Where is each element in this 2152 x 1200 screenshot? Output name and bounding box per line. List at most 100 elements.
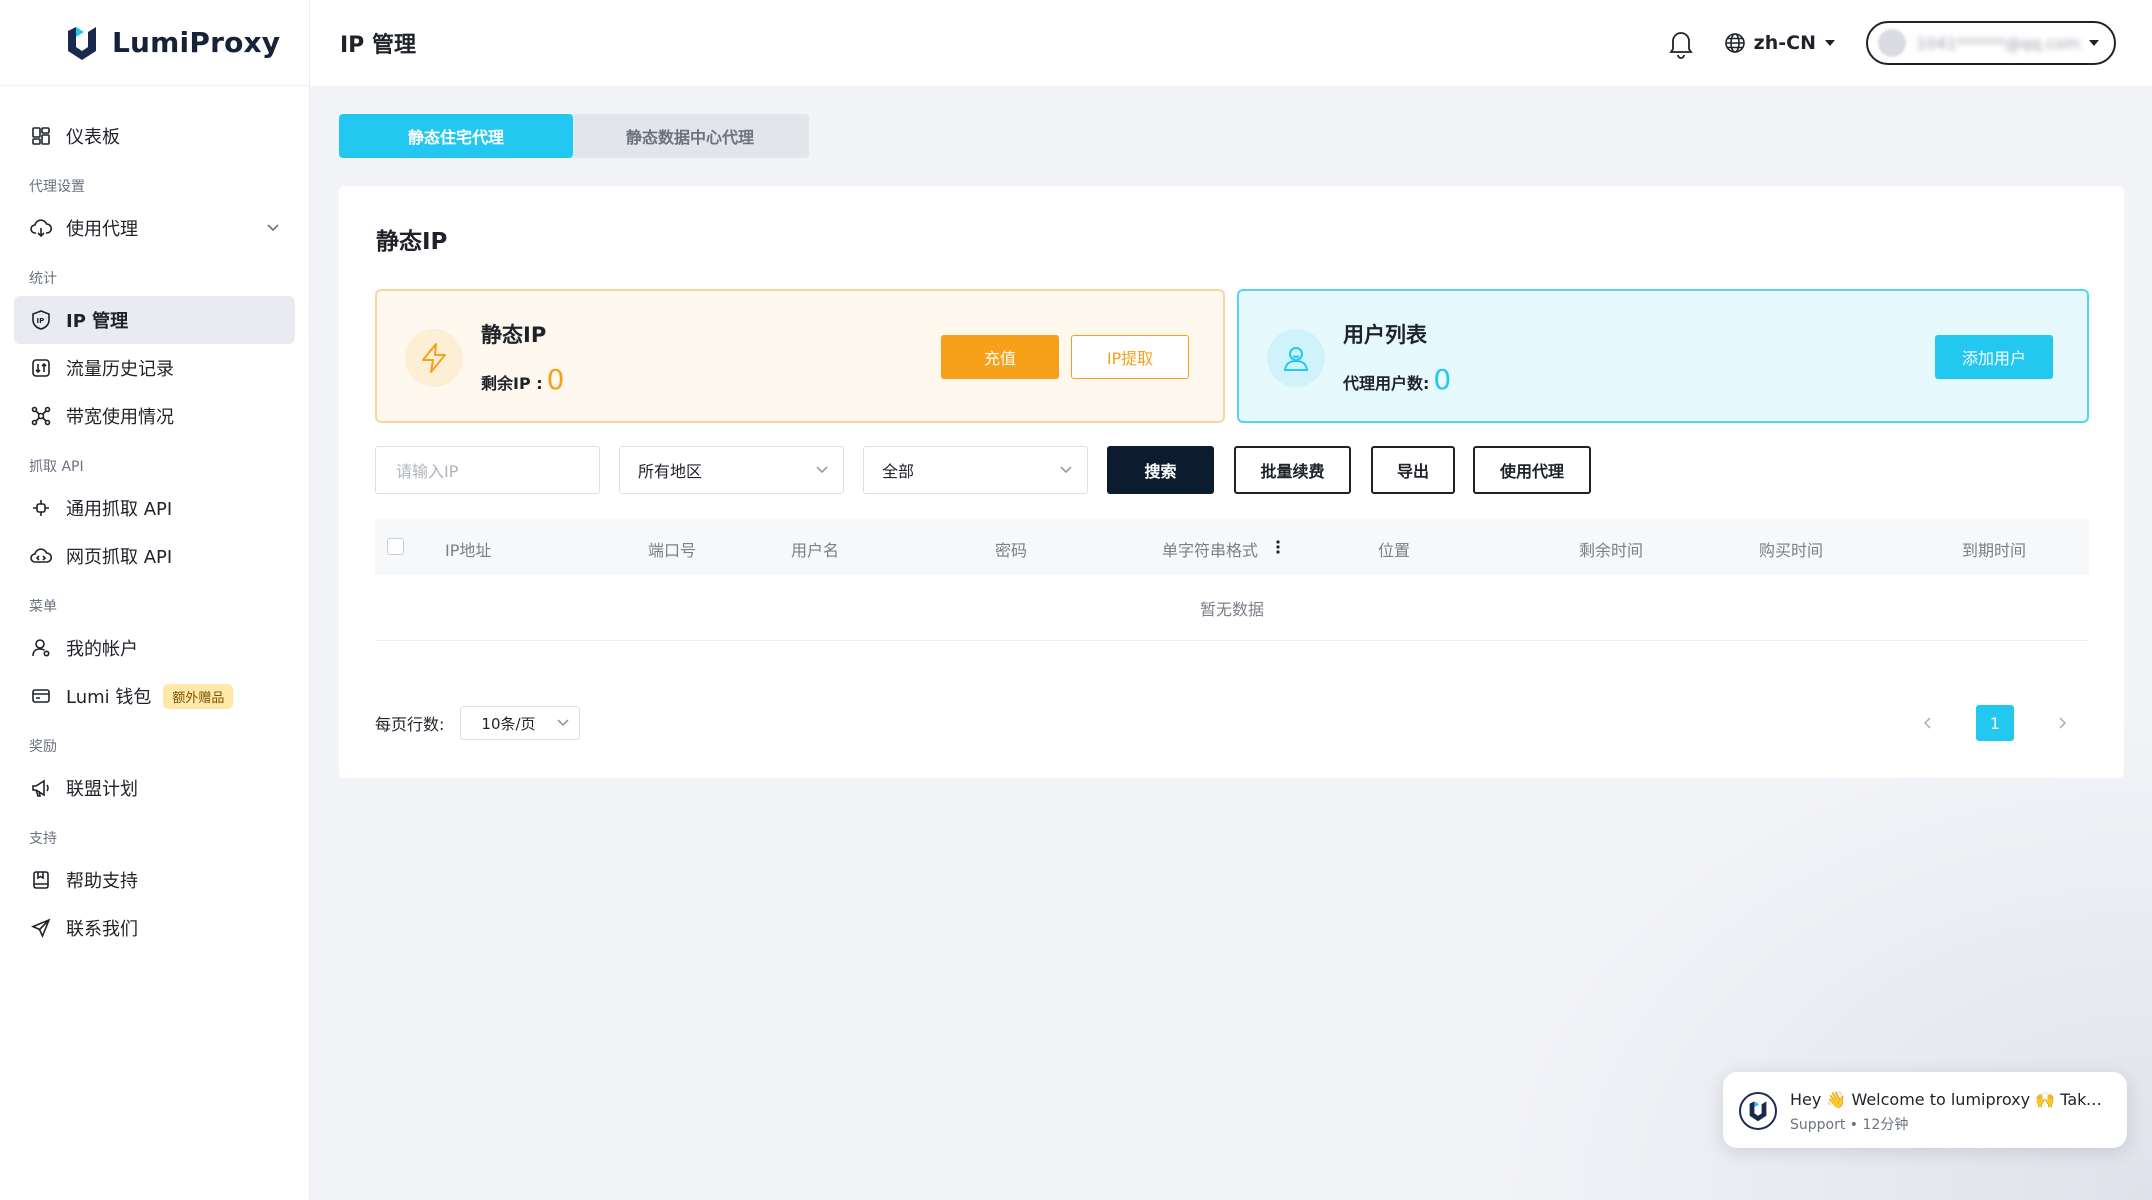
sidebar-item-label: 联盟计划 [66, 779, 138, 800]
logo[interactable]: LumiProxy [0, 0, 309, 86]
group-label-scrape: 抓取 API [29, 459, 84, 475]
sidebar-item-ip-manage[interactable]: IP IP 管理 [14, 296, 295, 344]
group-label-stats: 统计 [29, 271, 57, 287]
select-all-checkbox[interactable] [387, 538, 404, 555]
tab-static-residential[interactable]: 静态住宅代理 [339, 114, 573, 158]
sidebar-item-traffic-history[interactable]: 流量历史记录 [14, 344, 295, 392]
filter-bar: 请输入IP 所有地区 全部 搜索 批量续费 导出 使用代理 [375, 446, 2125, 494]
sidebar: LumiProxy 仪表板 代理设置 使用代理 统计 IP IP 管理 流量历史… [0, 0, 310, 1200]
sidebar-item-web-scrape[interactable]: 网页抓取 API [14, 532, 295, 580]
header-actions: zh-CN 1041******@qq.com [1666, 21, 2116, 65]
batch-renew-button[interactable]: 批量续费 [1234, 446, 1351, 494]
svg-text:IP: IP [37, 317, 45, 325]
rows-per-page-value: 10条/页 [481, 714, 536, 733]
column-location: 位置 [1378, 541, 1411, 560]
sidebar-item-wallet[interactable]: Lumi 钱包 额外赠品 [14, 672, 295, 720]
sidebar-item-dashboard[interactable]: 仪表板 [14, 112, 295, 160]
ip-extract-button[interactable]: IP提取 [1071, 335, 1189, 379]
chevron-down-icon [267, 224, 279, 232]
dashboard-icon [30, 125, 52, 147]
export-button[interactable]: 导出 [1371, 446, 1455, 494]
status-select[interactable]: 全部 [863, 446, 1088, 494]
card-title: 静态IP [376, 229, 448, 255]
bell-icon[interactable] [1666, 27, 1696, 59]
static-ip-panel: 静态IP 剩余IP : 0 充值 IP提取 [375, 289, 1225, 423]
column-port: 端口号 [648, 541, 697, 560]
remaining-ip-count: 0 [546, 363, 565, 396]
column-username: 用户名 [791, 541, 840, 560]
column-remaining-time: 剩余时间 [1579, 541, 1644, 560]
network-icon [30, 405, 52, 427]
add-user-button[interactable]: 添加用户 [1935, 335, 2053, 379]
sidebar-item-help[interactable]: 帮助支持 [14, 856, 295, 904]
chevron-right-icon [2059, 717, 2067, 729]
column-ip: IP地址 [445, 541, 492, 560]
prev-page-button[interactable] [1914, 705, 1942, 741]
column-purchase-time: 购买时间 [1759, 541, 1824, 560]
remaining-ip-label: 剩余IP : [481, 374, 543, 393]
globe-icon [1724, 33, 1745, 53]
more-vertical-icon[interactable] [1275, 539, 1281, 555]
column-password: 密码 [995, 541, 1028, 560]
group-label-support: 支持 [29, 831, 57, 847]
chat-message: Hey 👋 Welcome to lumiproxy 🙌 Take a look… [1790, 1090, 2110, 1109]
sidebar-item-label: IP 管理 [66, 311, 129, 332]
rows-per-page-label: 每页行数: [375, 715, 445, 734]
user-menu[interactable]: 1041******@qq.com [1866, 21, 2116, 65]
sidebar-item-affiliate[interactable]: 联盟计划 [14, 764, 295, 812]
cloud-icon [30, 217, 52, 239]
tab-static-datacenter[interactable]: 静态数据中心代理 [573, 114, 807, 158]
ip-search-input[interactable]: 请输入IP [375, 446, 600, 494]
language-selector[interactable]: zh-CN [1724, 32, 1836, 54]
book-icon [30, 869, 52, 891]
pagination: 1 [1914, 705, 2076, 741]
empty-state: 暂无数据 [375, 575, 2089, 641]
search-button[interactable]: 搜索 [1107, 446, 1214, 494]
caret-down-icon [2089, 40, 2099, 46]
wallet-icon [30, 685, 52, 707]
chevron-down-icon [557, 719, 569, 727]
support-chat-popup[interactable]: Hey 👋 Welcome to lumiproxy 🙌 Take a look… [1723, 1072, 2127, 1148]
caret-down-icon [1825, 40, 1835, 46]
sidebar-item-general-scrape[interactable]: 通用抓取 API [14, 484, 295, 532]
top-header: IP 管理 zh-CN 1041******@qq.com [310, 0, 2152, 86]
chevron-down-icon [816, 466, 828, 474]
sidebar-item-bandwidth[interactable]: 带宽使用情况 [14, 392, 295, 440]
avatar [1878, 29, 1906, 57]
bonus-badge: 额外赠品 [163, 683, 234, 709]
group-label-menu: 菜单 [29, 599, 57, 615]
recharge-button[interactable]: 充值 [941, 335, 1059, 379]
lumiproxy-logo-icon [68, 26, 96, 60]
proxy-user-count: 代理用户数: 0 [1343, 363, 1451, 396]
table-header: IP地址 端口号 用户名 密码 单字符串格式 位置 剩余时间 购买时间 到期时间 [375, 519, 2089, 575]
sidebar-item-my-account[interactable]: 我的帐户 [14, 624, 295, 672]
group-label-proxy: 代理设置 [29, 179, 85, 195]
chat-meta: Support • 12分钟 [1790, 1117, 1909, 1133]
cloud-code-icon [30, 545, 52, 567]
next-page-button[interactable] [2048, 705, 2076, 741]
status-select-value: 全部 [882, 462, 915, 481]
sidebar-item-label: Lumi 钱包 [66, 687, 152, 708]
page-title: IP 管理 [340, 33, 416, 58]
rows-per-page: 每页行数: 10条/页 [375, 706, 581, 740]
sidebar-item-label: 我的帐户 [66, 639, 138, 660]
panel-title: 静态IP [481, 323, 547, 347]
rows-per-page-select[interactable]: 10条/页 [460, 706, 581, 740]
lightning-icon [405, 329, 463, 387]
use-proxy-button[interactable]: 使用代理 [1473, 446, 1591, 494]
proxy-user-count-label: 代理用户数: [1343, 374, 1430, 393]
page-number-button[interactable]: 1 [1976, 705, 2014, 741]
sidebar-item-contact[interactable]: 联系我们 [14, 904, 295, 952]
sidebar-item-label: 带宽使用情况 [66, 407, 174, 428]
sidebar-item-label: 联系我们 [66, 919, 138, 940]
chevron-left-icon [1923, 717, 1931, 729]
sidebar-item-use-proxy[interactable]: 使用代理 [14, 204, 295, 252]
chevron-down-icon [1060, 466, 1072, 474]
region-select[interactable]: 所有地区 [619, 446, 844, 494]
traffic-icon [30, 357, 52, 379]
ip-shield-icon: IP [30, 309, 52, 331]
proxy-type-tabs: 静态住宅代理 静态数据中心代理 [339, 114, 809, 158]
group-label-rewards: 奖励 [29, 739, 57, 755]
column-expiry-time: 到期时间 [1962, 541, 2027, 560]
static-ip-card: 静态IP 静态IP 剩余IP : 0 充值 IP提取 用户列表 代理用户数: 0… [339, 186, 2124, 778]
